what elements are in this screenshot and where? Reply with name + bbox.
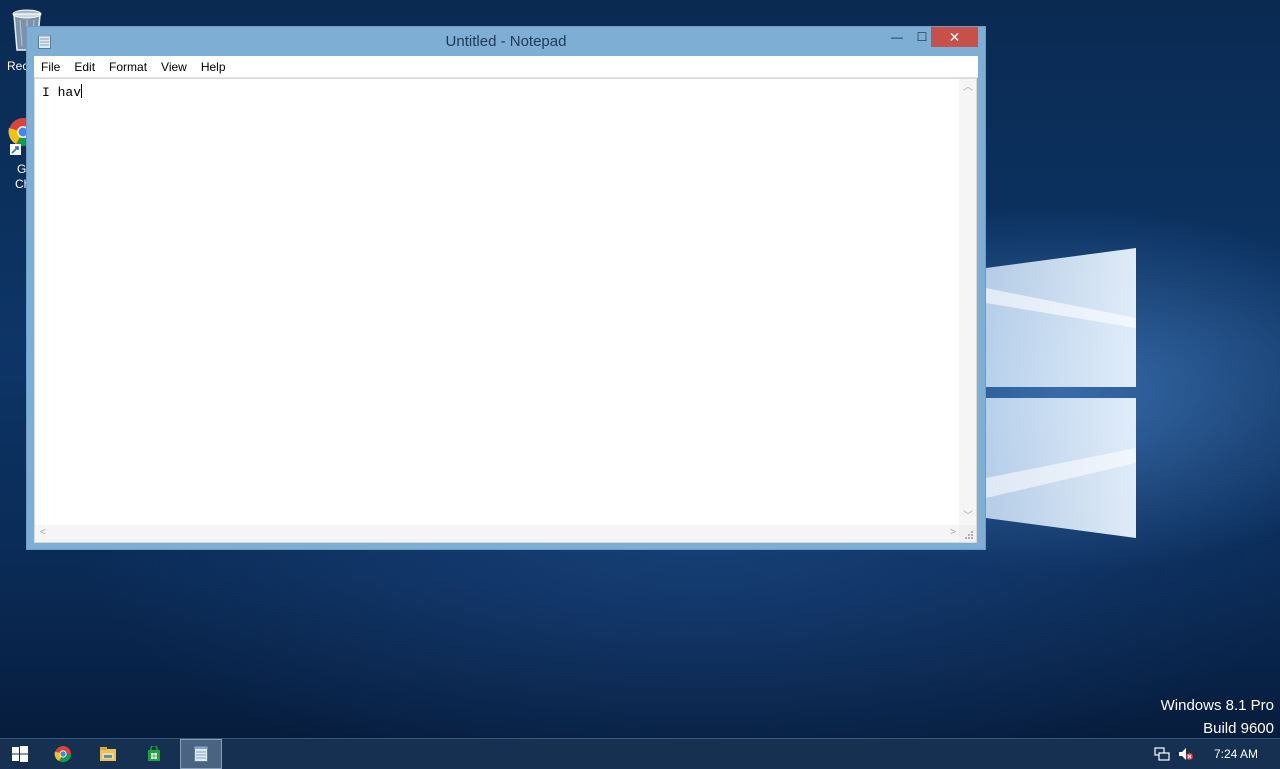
watermark-line1: Windows 8.1 Pro <box>1160 697 1274 714</box>
text-editor-area[interactable]: I hav ︿ ﹀ < > <box>34 78 977 543</box>
menu-help[interactable]: Help <box>194 57 233 77</box>
scroll-right-arrow-icon[interactable]: > <box>950 528 956 538</box>
close-icon: ✕ <box>948 28 961 45</box>
minimize-icon: — <box>891 30 903 44</box>
vertical-scrollbar[interactable]: ︿ ﹀ <box>959 79 976 526</box>
text-caret <box>81 84 83 98</box>
taskbar: 7:24 AM <box>0 738 1280 769</box>
menu-edit[interactable]: Edit <box>67 57 102 77</box>
start-icon <box>12 746 28 762</box>
taskbar-file-explorer-button[interactable] <box>88 739 128 769</box>
menu-file[interactable]: File <box>34 57 67 77</box>
windows-version-watermark: Windows 8.1 Pro Build 9600 <box>1161 694 1274 740</box>
volume-muted-tray-icon[interactable] <box>1178 747 1194 766</box>
menu-view[interactable]: View <box>154 57 194 77</box>
scroll-down-arrow-icon[interactable]: ﹀ <box>963 512 973 522</box>
menu-format[interactable]: Format <box>102 57 154 77</box>
text-content-area[interactable]: I hav <box>35 79 961 526</box>
taskbar-chrome-button[interactable] <box>43 739 83 769</box>
chrome-icon <box>54 746 72 763</box>
start-button[interactable] <box>0 739 40 769</box>
menu-bar: File Edit Format View Help <box>34 56 978 78</box>
watermark-line2: Build 9600 <box>1203 720 1274 737</box>
chrome-shortcut-label-line1: G <box>17 162 27 176</box>
store-icon <box>148 746 160 761</box>
notepad-window[interactable]: Untitled - Notepad — ☐ ✕ File Edit Forma… <box>26 26 986 550</box>
taskbar-clock[interactable]: 7:24 AM <box>1214 747 1258 761</box>
scroll-up-arrow-icon[interactable]: ︿ <box>963 83 973 93</box>
taskbar-store-button[interactable] <box>134 739 174 769</box>
network-tray-icon[interactable] <box>1154 747 1170 766</box>
window-title: Untitled - Notepad <box>445 33 567 50</box>
taskbar-notepad-button[interactable] <box>180 739 222 769</box>
document-text: I hav <box>42 85 82 100</box>
file-explorer-icon <box>100 747 116 761</box>
wallpaper-windows-logo <box>986 248 1136 538</box>
notepad-titlebar[interactable]: Untitled - Notepad — ☐ ✕ <box>27 27 985 57</box>
maximize-icon: ☐ <box>916 30 928 44</box>
notepad-icon <box>194 746 208 762</box>
scroll-left-arrow-icon[interactable]: < <box>40 528 46 538</box>
horizontal-scrollbar[interactable]: < > <box>35 525 961 542</box>
minimize-button[interactable]: — <box>883 27 911 47</box>
resize-grip-icon[interactable] <box>959 525 976 542</box>
close-button[interactable]: ✕ <box>931 27 978 47</box>
